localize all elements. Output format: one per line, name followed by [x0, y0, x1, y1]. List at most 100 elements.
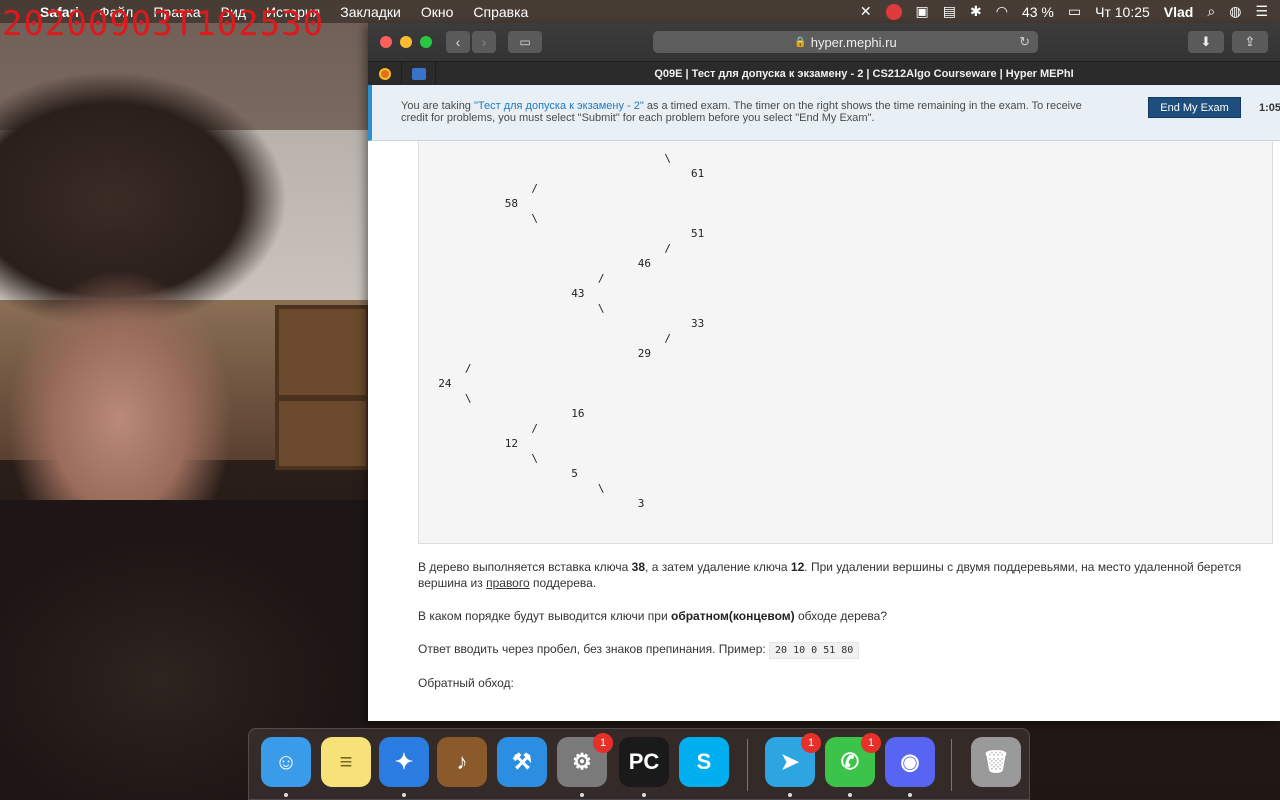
fullscreen-window-button[interactable] — [420, 36, 432, 48]
tree-node-16: 16 — [571, 407, 585, 420]
running-indicator — [788, 793, 792, 797]
q1-text-b: , а затем удаление ключа — [645, 560, 791, 574]
pinned-site-icon — [378, 67, 391, 80]
browser-window: ‹ › ▭ 🔒 hyper.mephi.ru ↻ ⬇ ⇪ Q09E | Тест… — [368, 23, 1280, 721]
tree-edge: / — [531, 422, 539, 435]
tree-edge: \ — [531, 452, 539, 465]
tools-icon[interactable]: ✕ — [860, 3, 872, 20]
tree-code-block: \ 61 / 58 \ 51 / 46 / 43 \ 33 / 29 / 24 \ 16 / 12 \ 5 \ 3 — [418, 141, 1273, 544]
menu-bookmarks[interactable]: Закладки — [340, 4, 401, 20]
chevron-right-icon: › — [481, 34, 487, 50]
answer-example: 20 10 0 51 80 — [769, 642, 860, 659]
insert-key: 38 — [631, 560, 646, 574]
clock[interactable]: Чт 10:25 — [1095, 4, 1150, 20]
running-indicator — [848, 793, 852, 797]
dock-badge: 1 — [861, 733, 881, 753]
traversal-type: обратном(концевом) — [670, 609, 795, 623]
tree-edge: / — [664, 332, 672, 345]
dock-facetime-icon[interactable]: ✆ 1 — [825, 733, 881, 797]
battery-percent[interactable]: 43 % — [1022, 4, 1054, 20]
dock-xcode-icon[interactable]: ⚒ — [497, 737, 547, 787]
dock-finder-icon[interactable]: ☺ — [261, 737, 311, 797]
input-flag-icon[interactable]: ▤ — [943, 3, 956, 20]
tree-node-3: 3 — [637, 497, 645, 510]
q3-text: Ответ вводить через пробел, без знаков п… — [418, 642, 770, 656]
running-indicator — [580, 793, 584, 797]
close-window-button[interactable] — [380, 36, 392, 48]
bluetooth-icon[interactable]: ✱ — [970, 3, 982, 20]
tab-bar: Q09E | Тест для допуска к экзамену - 2 |… — [368, 61, 1280, 86]
q2-text-b: обходе дерева? — [794, 609, 888, 623]
dock: ☺ ≡ ✦ ♪ ⚒ ⚙ 1 PC S ➤ 1 ✆ 1 ◉ 🗑 — [248, 728, 1030, 800]
pinned-tab-2[interactable] — [402, 61, 436, 86]
end-my-exam-button[interactable]: End My Exam — [1148, 97, 1241, 118]
tree-node-33: 33 — [691, 317, 705, 330]
background-shelf-board — [275, 395, 370, 401]
menu-help[interactable]: Справка — [473, 4, 528, 20]
tree-edge: \ — [597, 302, 605, 315]
forward-button[interactable]: › — [472, 31, 496, 53]
tree-node-51: 51 — [691, 227, 705, 240]
q1-text-a: В дерево выполняется вставка ключа — [418, 560, 632, 574]
wifi-icon[interactable]: ◠ — [996, 3, 1008, 20]
dock-safari-icon[interactable]: ✦ — [379, 737, 429, 797]
status-area: ✕ ▣ ▤ ✱ ◠ 43 % ▭ Чт 10:25 Vlad ⌕ ◍ ☰ — [860, 0, 1280, 23]
exam-link[interactable]: "Тест для допуска к экзамену - 2" — [474, 100, 644, 112]
siri-icon[interactable]: ◍ — [1229, 3, 1241, 20]
dock-notes-icon[interactable]: ≡ — [321, 737, 371, 787]
tree-edge: / — [664, 242, 672, 255]
pinned-tab-1[interactable] — [368, 61, 402, 86]
reload-icon[interactable]: ↻ — [1019, 34, 1030, 50]
notice-text: You are taking "Тест для допуска к экзам… — [401, 100, 1091, 124]
running-indicator — [642, 793, 646, 797]
tree-edge: \ — [464, 392, 472, 405]
active-tab-title[interactable]: Q09E | Тест для допуска к экзамену - 2 |… — [448, 68, 1280, 80]
downloads-button[interactable]: ⬇ — [1188, 31, 1224, 53]
dock-badge: 1 — [801, 733, 821, 753]
q2-text-a: В каком порядке будут выводится ключи пр… — [418, 609, 671, 623]
dock-discord-icon[interactable]: ◉ — [885, 737, 935, 797]
sidebar-icon: ▭ — [519, 35, 531, 49]
question-paragraph-3: Ответ вводить через пробел, без знаков п… — [418, 641, 860, 659]
dock-separator — [747, 739, 748, 791]
tree-edge: / — [531, 182, 539, 195]
background-shelf — [275, 305, 370, 470]
spotlight-search-icon[interactable]: ⌕ — [1207, 3, 1215, 20]
tree-edge: \ — [597, 482, 605, 495]
dock-telegram-icon[interactable]: ➤ 1 — [765, 733, 821, 797]
chevron-left-icon: ‹ — [455, 34, 461, 50]
dock-system-preferences-icon[interactable]: ⚙ 1 — [557, 733, 613, 797]
tree-edge: / — [464, 362, 472, 375]
tree-edge: / — [597, 272, 605, 285]
webcam-timestamp: 20200903T102530 — [2, 4, 325, 44]
tree-node-58: 58 — [504, 197, 519, 210]
q1-text-d: поддерева. — [529, 576, 597, 590]
chat-icon[interactable]: ▣ — [916, 3, 929, 20]
dock-garageband-icon[interactable]: ♪ — [437, 737, 487, 787]
address-bar[interactable]: 🔒 hyper.mephi.ru ↻ — [653, 31, 1038, 53]
minimize-window-button[interactable] — [400, 36, 412, 48]
menu-window[interactable]: Окно — [421, 4, 454, 20]
window-controls — [380, 36, 432, 48]
dock-pycharm-icon[interactable]: PC — [619, 737, 669, 797]
dock-badge: 1 — [593, 733, 613, 753]
sidebar-toggle-button[interactable]: ▭ — [508, 31, 542, 53]
dock-trash-icon[interactable]: 🗑 — [971, 737, 1021, 787]
notification-center-icon[interactable]: ☰ — [1255, 3, 1268, 20]
user-name[interactable]: Vlad — [1164, 4, 1194, 20]
browser-toolbar: ‹ › ▭ 🔒 hyper.mephi.ru ↻ ⬇ ⇪ — [368, 23, 1280, 61]
back-button[interactable]: ‹ — [446, 31, 470, 53]
running-indicator — [908, 793, 912, 797]
tree-node-43: 43 — [571, 287, 585, 300]
share-button[interactable]: ⇪ — [1232, 31, 1268, 53]
delete-key: 12 — [790, 560, 805, 574]
address-text: hyper.mephi.ru — [810, 34, 897, 50]
tree-node-5: 5 — [571, 467, 578, 480]
dock-skype-icon[interactable]: S — [679, 737, 729, 787]
timed-exam-notice: You are taking "Тест для допуска к экзам… — [368, 85, 1280, 141]
battery-icon[interactable]: ▭ — [1068, 3, 1081, 20]
tree-edge: \ — [664, 152, 672, 165]
answer-label: Обратный обход: — [418, 676, 514, 690]
tree-node-12: 12 — [504, 437, 519, 450]
notification-app-icon[interactable] — [885, 3, 902, 20]
